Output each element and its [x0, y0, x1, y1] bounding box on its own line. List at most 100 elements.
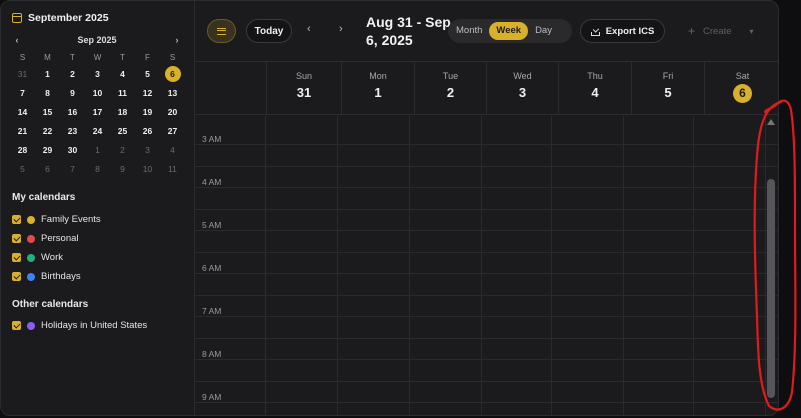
my-calendar-item[interactable]: Birthdays — [12, 271, 81, 282]
mini-day[interactable]: 5 — [135, 69, 160, 79]
mini-day[interactable]: 17 — [85, 107, 110, 117]
mini-day[interactable]: 14 — [10, 107, 35, 117]
mini-next-month-icon[interactable]: › — [171, 35, 183, 45]
mini-day[interactable]: 4 — [110, 69, 135, 79]
week-time-grid[interactable]: 3 AM 4 AM 5 AM 6 AM 7 AM 8 AM 9 AM — [195, 116, 778, 415]
mini-day[interactable]: 18 — [110, 107, 135, 117]
grid-row-line — [195, 230, 778, 231]
date-range-title: Aug 31 - Sep 6, 2025 — [366, 14, 451, 48]
calendar-color-dot-icon — [27, 253, 35, 262]
day-header-tue[interactable]: Tue 2 — [414, 62, 486, 115]
calendar-checkbox[interactable] — [12, 253, 21, 262]
mini-day[interactable]: 1 — [85, 145, 110, 155]
mini-day-today[interactable]: 6 — [160, 65, 185, 82]
mini-prev-month-icon[interactable]: ‹ — [11, 35, 23, 45]
mini-week-row: 28 29 30 1 2 3 4 — [10, 140, 185, 159]
mini-day[interactable]: 11 — [160, 164, 185, 174]
week-day-headers: Sun 31 Mon 1 Tue 2 Wed 3 Thu 4 Fri 5 Sat 6 — [195, 62, 778, 115]
mini-day[interactable]: 31 — [10, 69, 35, 79]
mini-day[interactable]: 23 — [60, 126, 85, 136]
mini-day[interactable]: 16 — [60, 107, 85, 117]
mini-day[interactable]: 20 — [160, 107, 185, 117]
mini-day[interactable]: 7 — [10, 88, 35, 98]
grid-column-line — [693, 116, 694, 415]
mini-day-number: 11 — [168, 163, 177, 174]
next-week-icon[interactable]: › — [339, 23, 343, 35]
mini-day[interactable]: 3 — [135, 145, 160, 155]
vertical-scrollbar[interactable] — [765, 116, 777, 401]
mini-day[interactable]: 24 — [85, 126, 110, 136]
mini-day[interactable]: 2 — [60, 69, 85, 79]
grid-column-line — [551, 116, 552, 415]
view-option-month[interactable]: Month — [451, 22, 487, 40]
mini-day-number: 1 — [95, 144, 100, 155]
my-calendar-item[interactable]: Personal — [12, 233, 79, 244]
mini-day[interactable]: 21 — [10, 126, 35, 136]
mini-day[interactable]: 11 — [110, 88, 135, 98]
calendar-checkbox[interactable] — [12, 215, 21, 224]
mini-week-row: 5 6 7 8 9 10 11 — [10, 159, 185, 178]
mini-day[interactable]: 5 — [10, 164, 35, 174]
mini-day[interactable]: 10 — [85, 88, 110, 98]
mini-day[interactable]: 30 — [60, 145, 85, 155]
prev-week-icon[interactable]: ‹ — [307, 23, 311, 35]
mini-day-number: 22 — [42, 125, 53, 136]
scroll-thumb[interactable] — [767, 179, 775, 398]
day-header-thu[interactable]: Thu 4 — [558, 62, 631, 115]
mini-day[interactable]: 3 — [85, 69, 110, 79]
day-header-mon[interactable]: Mon 1 — [341, 62, 414, 115]
calendar-color-dot-icon — [27, 234, 35, 243]
mini-day[interactable]: 7 — [60, 164, 85, 174]
mini-day[interactable]: 19 — [135, 107, 160, 117]
mini-day[interactable]: 26 — [135, 126, 160, 136]
calendar-checkbox[interactable] — [12, 234, 21, 243]
mini-day[interactable]: 2 — [110, 145, 135, 155]
time-label: 3 AM — [202, 134, 222, 144]
other-calendar-item[interactable]: Holidays in United States — [12, 320, 147, 331]
mini-calendar-nav: ‹ Sep 2025 › — [11, 34, 183, 46]
today-button[interactable]: Today — [246, 19, 292, 43]
mini-day[interactable]: 8 — [35, 88, 60, 98]
calendar-checkbox[interactable] — [12, 321, 21, 330]
scroll-up-arrow-icon[interactable] — [767, 119, 775, 125]
calendar-color-dot-icon — [27, 215, 35, 224]
mini-day[interactable]: 9 — [110, 164, 135, 174]
mini-day-number: 5 — [20, 163, 25, 174]
mini-day[interactable]: 28 — [10, 145, 35, 155]
mini-day[interactable]: 1 — [35, 69, 60, 79]
mini-day-number: 23 — [67, 125, 78, 136]
mini-day[interactable]: 25 — [110, 126, 135, 136]
mini-day-number: 28 — [17, 144, 28, 155]
mini-day[interactable]: 4 — [160, 145, 185, 155]
day-header-sat[interactable]: Sat 6 — [704, 62, 778, 115]
mini-day[interactable]: 6 — [35, 164, 60, 174]
menu-toggle-button[interactable] — [207, 19, 236, 43]
my-calendar-item[interactable]: Family Events — [12, 214, 101, 225]
view-option-week[interactable]: Week — [489, 22, 529, 40]
mini-day[interactable]: 10 — [135, 164, 160, 174]
day-name: Mon — [369, 71, 387, 81]
create-button[interactable]: + Create ▾ — [688, 24, 754, 38]
mini-day[interactable]: 22 — [35, 126, 60, 136]
calendar-checkbox[interactable] — [12, 272, 21, 281]
mini-day-number: 2 — [70, 68, 75, 79]
mini-day[interactable]: 15 — [35, 107, 60, 117]
calendar-color-dot-icon — [27, 321, 35, 330]
mini-day[interactable]: 8 — [85, 164, 110, 174]
day-header-fri[interactable]: Fri 5 — [631, 62, 704, 115]
day-name: Thu — [587, 71, 603, 81]
my-calendar-item[interactable]: Work — [12, 252, 63, 263]
hamburger-menu-icon — [217, 27, 226, 35]
mini-day[interactable]: 13 — [160, 88, 185, 98]
mini-day-number: 17 — [92, 106, 103, 117]
sidebar: September 2025 ‹ Sep 2025 › S M T W T F S 31 1 2 3… — [1, 1, 195, 415]
mini-day[interactable]: 9 — [60, 88, 85, 98]
export-ics-button[interactable]: Export ICS — [580, 19, 665, 43]
calendar-label: Holidays in United States — [41, 320, 148, 331]
day-header-sun[interactable]: Sun 31 — [266, 62, 341, 115]
mini-day[interactable]: 27 — [160, 126, 185, 136]
mini-day[interactable]: 29 — [35, 145, 60, 155]
view-option-day[interactable]: Day — [530, 22, 557, 40]
mini-day[interactable]: 12 — [135, 88, 160, 98]
day-header-wed[interactable]: Wed 3 — [486, 62, 558, 115]
